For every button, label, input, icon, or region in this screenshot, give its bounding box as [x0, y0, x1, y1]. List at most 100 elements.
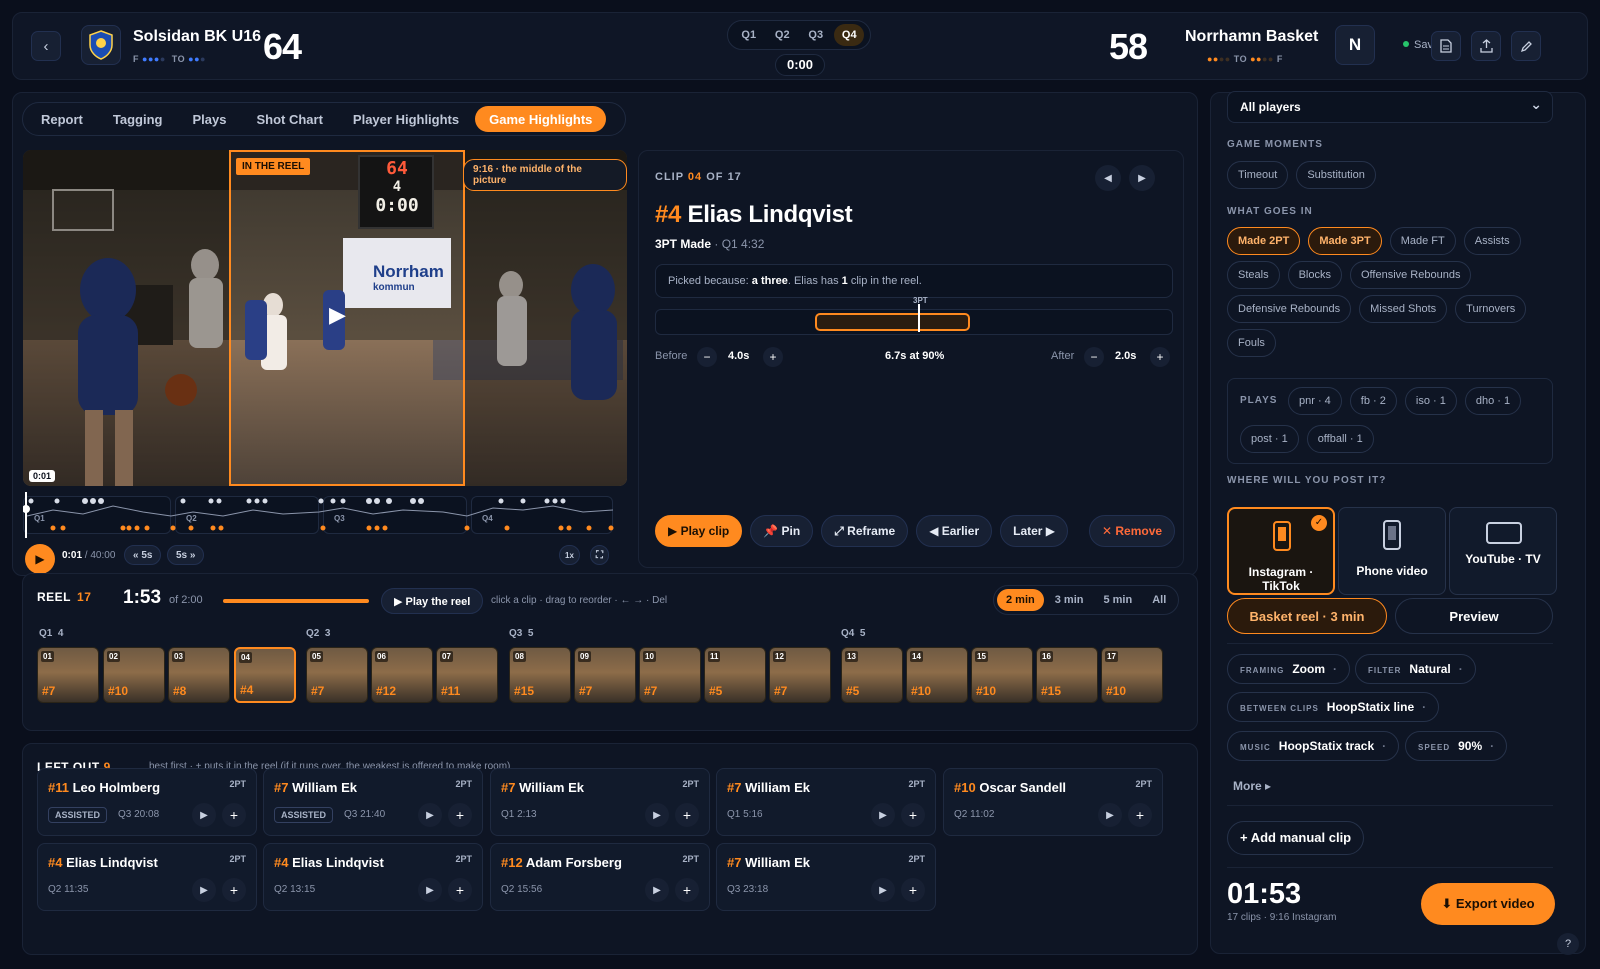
left-out-card[interactable]: #11 Leo Holmberg 2PT ASSISTED Q3 20:08 ▶ + [37, 768, 257, 836]
game-timeline[interactable]: Q1 Q2 Q3 Q4 [23, 492, 627, 538]
reel-clip-thumbnail[interactable]: 04 #4 [234, 647, 296, 703]
play-overlay-icon[interactable]: ▶ [329, 302, 346, 328]
preview-button[interactable]: Preview [1395, 598, 1553, 634]
preview-clip-button[interactable]: ▶ [871, 803, 895, 827]
add-manual-clip-button[interactable]: + Add manual clip [1227, 821, 1365, 855]
add-to-reel-button[interactable]: + [448, 803, 472, 827]
chip-timeout[interactable]: Timeout [1227, 161, 1289, 189]
quarter-tab-q3[interactable]: Q3 [801, 24, 831, 46]
reel-clip-thumbnail[interactable]: 05 #7 [306, 647, 368, 703]
chip-made-3pt[interactable]: Made 3PT [1308, 227, 1382, 255]
quarter-tab-q4[interactable]: Q4 [834, 24, 865, 46]
clip-trim-track[interactable]: 3PT [655, 296, 1173, 335]
reel-clip-thumbnail[interactable]: 11 #5 [704, 647, 766, 703]
preview-clip-button[interactable]: ▶ [418, 803, 442, 827]
fullscreen-button[interactable]: ⛶ [590, 545, 609, 565]
add-to-reel-button[interactable]: + [448, 878, 472, 902]
after-increase-button[interactable]: + [1150, 347, 1170, 367]
chip-blocks[interactable]: Blocks [1287, 261, 1342, 289]
reel-clip-thumbnail[interactable]: 02 #10 [103, 647, 165, 703]
chip-steals[interactable]: Steals [1227, 261, 1280, 289]
chip-made-ft[interactable]: Made FT [1389, 227, 1456, 255]
tab-game-highlights[interactable]: Game Highlights [475, 106, 607, 132]
add-to-reel-button[interactable]: + [675, 878, 699, 902]
left-out-card[interactable]: #12 Adam Forsberg 2PT Q2 15:56 ▶ + [490, 843, 710, 911]
add-to-reel-button[interactable]: + [1128, 803, 1152, 827]
chip-play-offball[interactable]: offball · 1 [1306, 425, 1374, 453]
chip-defensive-rebounds[interactable]: Defensive Rebounds [1227, 295, 1352, 323]
tab-plays[interactable]: Plays [178, 106, 240, 132]
tab-tagging[interactable]: Tagging [99, 106, 177, 132]
preset-button[interactable]: Basket reel · 3 min [1227, 598, 1387, 634]
length-2min[interactable]: 2 min [997, 589, 1044, 611]
before-decrease-button[interactable]: − [697, 347, 717, 367]
chip-missed-shots[interactable]: Missed Shots [1359, 295, 1448, 323]
reel-clip-thumbnail[interactable]: 13 #5 [841, 647, 903, 703]
skip-forward-button[interactable]: 5s » [167, 545, 205, 565]
after-decrease-button[interactable]: − [1084, 347, 1104, 367]
play-reel-button[interactable]: ▶ Play the reel [381, 588, 484, 614]
chip-made-2pt[interactable]: Made 2PT [1227, 227, 1301, 255]
left-out-card[interactable]: #7 William Ek 2PT ASSISTED Q3 21:40 ▶ + [263, 768, 483, 836]
report-button[interactable] [1431, 31, 1461, 61]
filter-option[interactable]: FILTER Natural · [1355, 654, 1476, 684]
length-5min[interactable]: 5 min [1094, 589, 1141, 611]
next-clip-button[interactable]: ▶ [1129, 165, 1155, 191]
preview-clip-button[interactable]: ▶ [418, 878, 442, 902]
add-to-reel-button[interactable]: + [901, 878, 925, 902]
chip-play-fb[interactable]: fb · 2 [1349, 387, 1397, 415]
target-phone-video[interactable]: Phone video [1338, 507, 1446, 595]
previous-clip-button[interactable]: ◀ [1095, 165, 1121, 191]
add-to-reel-button[interactable]: + [222, 803, 246, 827]
timeline-play-button[interactable]: ▶ [25, 544, 55, 574]
left-out-card[interactable]: #4 Elias Lindqvist 2PT Q2 13:15 ▶ + [263, 843, 483, 911]
target-youtube-tv[interactable]: YouTube · TV [1449, 507, 1557, 595]
length-3min[interactable]: 3 min [1046, 589, 1093, 611]
player-filter-select[interactable]: All players [1227, 89, 1553, 123]
crop-frame[interactable] [229, 150, 465, 486]
reel-clip-thumbnail[interactable]: 12 #7 [769, 647, 831, 703]
preview-clip-button[interactable]: ▶ [871, 878, 895, 902]
video-player[interactable]: . 64 4 0:00 Norrham kommun IN THE REEL 9… [23, 150, 627, 486]
length-all[interactable]: All [1143, 589, 1175, 611]
left-out-card[interactable]: #7 William Ek 2PT Q1 2:13 ▶ + [490, 768, 710, 836]
help-button[interactable]: ? [1557, 933, 1579, 955]
before-increase-button[interactable]: + [763, 347, 783, 367]
add-to-reel-button[interactable]: + [901, 803, 925, 827]
more-options-button[interactable]: More ▸ [1233, 779, 1271, 793]
reel-clip-thumbnail[interactable]: 08 #15 [509, 647, 571, 703]
framing-option[interactable]: FRAMING Zoom · [1227, 654, 1350, 684]
reel-clip-thumbnail[interactable]: 09 #7 [574, 647, 636, 703]
chip-assists[interactable]: Assists [1463, 227, 1521, 255]
tab-report[interactable]: Report [27, 106, 97, 132]
target-instagram-tiktok[interactable]: ✓ Instagram · TikTok [1227, 507, 1335, 595]
share-button[interactable] [1471, 31, 1501, 61]
left-out-card[interactable]: #7 William Ek 2PT Q1 5:16 ▶ + [716, 768, 936, 836]
reel-clip-thumbnail[interactable]: 01 #7 [37, 647, 99, 703]
add-to-reel-button[interactable]: + [222, 878, 246, 902]
chip-play-pnr[interactable]: pnr · 4 [1288, 387, 1342, 415]
pin-button[interactable]: 📌 Pin [750, 515, 814, 547]
between-clips-option[interactable]: BETWEEN CLIPS HoopStatix line · [1227, 692, 1440, 722]
chip-offensive-rebounds[interactable]: Offensive Rebounds [1349, 261, 1472, 289]
tab-shot-chart[interactable]: Shot Chart [242, 106, 336, 132]
edit-button[interactable] [1511, 31, 1541, 61]
reel-clip-thumbnail[interactable]: 15 #10 [971, 647, 1033, 703]
preview-clip-button[interactable]: ▶ [192, 803, 216, 827]
preview-clip-button[interactable]: ▶ [645, 803, 669, 827]
speed-option[interactable]: SPEED 90% · [1405, 731, 1508, 761]
reframe-button[interactable]: ⤢ Reframe [821, 515, 909, 547]
reel-clip-thumbnail[interactable]: 14 #10 [906, 647, 968, 703]
play-clip-button[interactable]: ▶ Play clip [655, 515, 743, 547]
export-video-button[interactable]: ⬇ Export video [1421, 883, 1555, 925]
chip-fouls[interactable]: Fouls [1227, 329, 1276, 357]
chip-play-iso[interactable]: iso · 1 [1404, 387, 1457, 415]
music-option[interactable]: MUSIC HoopStatix track · [1227, 731, 1400, 761]
tab-player-highlights[interactable]: Player Highlights [339, 106, 473, 132]
earlier-button[interactable]: ◀ Earlier [916, 515, 993, 547]
back-button[interactable]: ‹ [31, 31, 61, 61]
reel-clip-thumbnail[interactable]: 17 #10 [1101, 647, 1163, 703]
reel-clip-thumbnail[interactable]: 16 #15 [1036, 647, 1098, 703]
reel-clip-thumbnail[interactable]: 06 #12 [371, 647, 433, 703]
later-button[interactable]: Later ▶ [1000, 515, 1069, 547]
